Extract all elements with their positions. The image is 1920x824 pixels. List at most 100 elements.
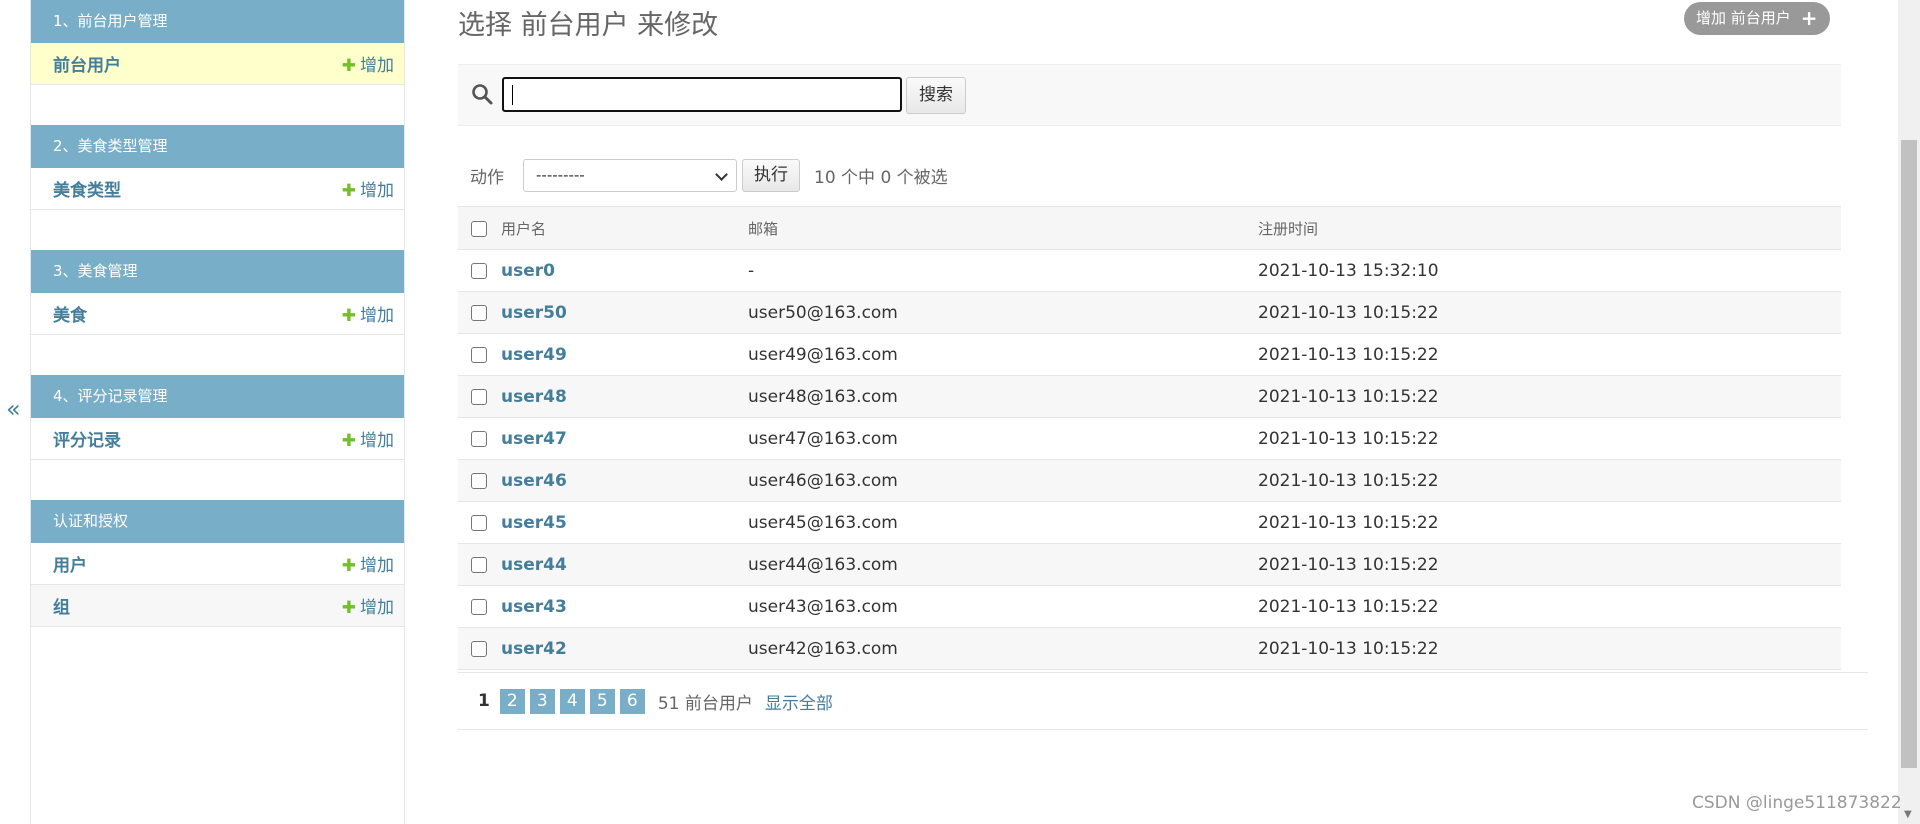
watermark: CSDN @linge511873822 xyxy=(1692,793,1902,813)
row-checkbox[interactable] xyxy=(471,388,487,405)
username-cell: user42 xyxy=(501,627,748,670)
plus-icon: ✚ xyxy=(341,431,356,451)
sidebar-item-label[interactable]: 组 xyxy=(53,593,70,618)
username-link[interactable]: user44 xyxy=(501,555,567,575)
module-caption[interactable]: 2、美食类型管理 xyxy=(31,125,404,168)
results-table: 用户名 邮箱 注册时间 user0-2021-10-13 15:32:10 use… xyxy=(458,206,1841,670)
scrollbar-thumb[interactable] xyxy=(1901,140,1917,768)
vertical-scrollbar[interactable]: ▼ xyxy=(1898,0,1920,824)
column-header-registered[interactable]: 注册时间 xyxy=(1258,206,1841,250)
scroll-down-arrow-icon[interactable]: ▼ xyxy=(1904,809,1912,820)
username-link[interactable]: user0 xyxy=(501,261,555,281)
module-auth: 认证和授权 用户 ✚ 增加 组 ✚ 增加 xyxy=(31,500,404,627)
sidebar-item-label[interactable]: 评分记录 xyxy=(53,426,121,451)
search-toolbar: 搜索 xyxy=(458,64,1841,126)
module-caption[interactable]: 1、前台用户管理 xyxy=(31,0,404,43)
result-count: 51 前台用户 xyxy=(657,693,753,714)
username-link[interactable]: user49 xyxy=(501,345,567,365)
username-link[interactable]: user50 xyxy=(501,303,567,323)
plus-icon: + xyxy=(1800,6,1818,30)
email-cell: user42@163.com xyxy=(748,627,1258,670)
add-group-link[interactable]: ✚ 增加 xyxy=(342,593,394,618)
add-food-link[interactable]: ✚ 增加 xyxy=(342,301,394,326)
username-link[interactable]: user42 xyxy=(501,639,567,659)
row-checkbox[interactable] xyxy=(471,430,487,447)
add-rating-link[interactable]: ✚ 增加 xyxy=(342,426,394,451)
module-food-types: 2、美食类型管理 美食类型 ✚ 增加 xyxy=(31,125,404,210)
row-check-cell xyxy=(458,501,501,544)
current-page: 1 xyxy=(478,691,490,711)
email-cell: user46@163.com xyxy=(748,459,1258,502)
username-link[interactable]: user48 xyxy=(501,387,567,407)
row-check-cell xyxy=(458,585,501,628)
column-header-username[interactable]: 用户名 xyxy=(501,206,748,250)
email-cell: user48@163.com xyxy=(748,375,1258,418)
username-link[interactable]: user45 xyxy=(501,513,567,533)
username-link[interactable]: user47 xyxy=(501,429,567,449)
row-checkbox[interactable] xyxy=(471,304,487,321)
add-food-type-link[interactable]: ✚ 增加 xyxy=(342,176,394,201)
row-checkbox[interactable] xyxy=(471,556,487,573)
column-header-email[interactable]: 邮箱 xyxy=(748,206,1258,250)
username-link[interactable]: user43 xyxy=(501,597,567,617)
username-link[interactable]: user46 xyxy=(501,471,567,491)
module-frontend-users: 1、前台用户管理 前台用户 ✚ 增加 xyxy=(31,0,404,85)
search-input[interactable] xyxy=(502,77,902,112)
row-checkbox[interactable] xyxy=(471,346,487,363)
table-row: user45 user45@163.com 2021-10-13 10:15:22 xyxy=(458,501,1841,544)
row-check-cell xyxy=(458,543,501,586)
row-check-cell xyxy=(458,249,501,292)
add-frontend-user-link[interactable]: ✚ 增加 xyxy=(342,51,394,76)
page-link[interactable]: 4 xyxy=(559,688,585,714)
sidebar: 1、前台用户管理 前台用户 ✚ 增加 2、美食类型管理 美食类型 ✚ 增加 3、美食… xyxy=(31,0,405,824)
table-row: user0 -2021-10-13 15:32:10 xyxy=(458,249,1841,292)
registered-time-cell: 2021-10-13 10:15:22 xyxy=(1258,627,1841,670)
plus-icon: ✚ xyxy=(341,306,356,326)
row-checkbox[interactable] xyxy=(471,598,487,615)
page-title: 选择 前台用户 来修改 xyxy=(458,10,719,41)
module-ratings: 4、评分记录管理 评分记录 ✚ 增加 xyxy=(31,375,404,460)
username-cell: user44 xyxy=(501,543,748,586)
email-cell: user44@163.com xyxy=(748,543,1258,586)
table-row: user48 user48@163.com 2021-10-13 10:15:22 xyxy=(458,375,1841,418)
row-checkbox[interactable] xyxy=(471,514,487,531)
table-row: user43 user43@163.com 2021-10-13 10:15:22 xyxy=(458,585,1841,628)
row-checkbox[interactable] xyxy=(471,472,487,489)
add-frontend-user-button[interactable]: 增加 前台用户 + xyxy=(1684,2,1830,35)
sidebar-item-groups: 组 ✚ 增加 xyxy=(31,585,404,627)
sidebar-item-food-types: 美食类型 ✚ 增加 xyxy=(31,168,404,210)
row-checkbox[interactable] xyxy=(471,262,487,279)
page-link[interactable]: 2 xyxy=(499,688,525,714)
plus-icon: ✚ xyxy=(341,598,356,618)
row-checkbox[interactable] xyxy=(471,640,487,657)
module-caption[interactable]: 3、美食管理 xyxy=(31,250,404,293)
text-caret xyxy=(512,85,513,105)
page-link[interactable]: 5 xyxy=(589,688,615,714)
action-select[interactable]: --------- xyxy=(523,158,737,192)
sidebar-item-label[interactable]: 美食类型 xyxy=(53,176,121,201)
email-cell: user45@163.com xyxy=(748,501,1258,544)
sidebar-item-ratings: 评分记录 ✚ 增加 xyxy=(31,418,404,460)
run-action-button[interactable]: 执行 xyxy=(742,158,800,192)
module-caption[interactable]: 4、评分记录管理 xyxy=(31,375,404,418)
select-all-cell xyxy=(458,206,501,250)
page-link[interactable]: 6 xyxy=(619,688,645,714)
registered-time-cell: 2021-10-13 10:15:22 xyxy=(1258,585,1841,628)
module-caption[interactable]: 认证和授权 xyxy=(31,500,404,543)
page-link[interactable]: 3 xyxy=(529,688,555,714)
add-user-link[interactable]: ✚ 增加 xyxy=(342,551,394,576)
search-button[interactable]: 搜索 xyxy=(906,77,966,114)
username-cell: user48 xyxy=(501,375,748,418)
registered-time-cell: 2021-10-13 10:15:22 xyxy=(1258,417,1841,460)
actions-bar: 动作 --------- 执行 10 个中 0 个被选 xyxy=(458,158,948,192)
registered-time-cell: 2021-10-13 10:15:22 xyxy=(1258,459,1841,502)
registered-time-cell: 2021-10-13 15:32:10 xyxy=(1258,249,1841,292)
sidebar-item-label[interactable]: 美食 xyxy=(53,301,87,326)
select-all-checkbox[interactable] xyxy=(471,220,487,237)
sidebar-item-label[interactable]: 用户 xyxy=(53,551,87,576)
row-check-cell xyxy=(458,375,501,418)
search-icon xyxy=(472,84,493,105)
show-all-link[interactable]: 显示全部 xyxy=(765,689,833,714)
sidebar-item-label[interactable]: 前台用户 xyxy=(53,51,121,76)
collapse-sidebar-toggle[interactable]: « xyxy=(6,395,21,423)
